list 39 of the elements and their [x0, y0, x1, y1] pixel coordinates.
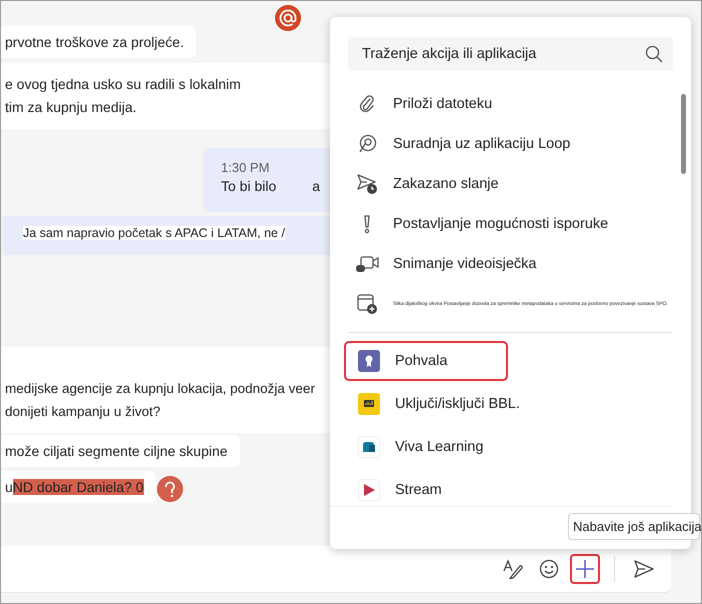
video-clip-icon	[355, 254, 379, 274]
plus-icon	[575, 559, 595, 579]
app-item[interactable]: Uključi/isključi BBL.	[344, 384, 532, 424]
message-text: prvotne troškove za proljeće.	[5, 34, 184, 50]
award-app-icon	[358, 350, 380, 372]
search-icon	[645, 45, 663, 63]
emoji-icon	[539, 559, 559, 579]
message-text: To bi bilo	[221, 178, 276, 194]
message-time: 1:30 PM	[221, 160, 270, 175]
loop-icon	[357, 134, 377, 154]
app-item[interactable]: Pohvala	[344, 341, 508, 381]
action-item[interactable]: Priloži datoteku	[330, 84, 673, 124]
message-text: može ciljati segmente ciljne skupine	[5, 443, 228, 459]
action-item[interactable]: Postavljanje mogućnosti isporuke	[330, 204, 673, 244]
send-icon	[633, 559, 655, 579]
app-item[interactable]: Viva Learning	[344, 427, 508, 467]
play-app-icon	[358, 479, 380, 501]
chart-app-icon	[358, 393, 380, 415]
format-icon	[502, 559, 524, 579]
action-item[interactable]: Zakazano slanje	[330, 164, 673, 204]
message-text: e ovog tjedna usko su radili s lokalnim	[5, 75, 242, 94]
message-text: medijske agencije za kupnju lokacija, podnožja veer	[5, 380, 316, 398]
scheduled-send-icon	[356, 173, 378, 195]
scrollbar[interactable]	[681, 94, 686, 174]
action-item[interactable]: Snimanje videoisječka	[330, 244, 673, 284]
book-app-icon	[358, 436, 380, 458]
message-text: u	[5, 479, 13, 495]
window-add-icon	[356, 293, 378, 315]
highlighted-text: ND dobar Daniela? 0	[12, 479, 144, 495]
exclamation-icon	[362, 214, 372, 234]
message-text: tim za kupnju medija.	[5, 98, 138, 117]
paperclip-icon	[359, 94, 375, 114]
app-item[interactable]: Stream	[344, 470, 508, 506]
search-field[interactable]: Traženje akcija ili aplikacija	[348, 37, 673, 71]
message-text: Ja sam napravio početak s APAC i LATAM, ne /	[23, 226, 285, 240]
action-item[interactable]: Suradnja uz aplikaciju Loop	[330, 124, 673, 164]
message-text: donijeti kampanju u život?	[5, 403, 162, 421]
add-button[interactable]	[570, 554, 600, 584]
message-text: a	[312, 178, 320, 194]
